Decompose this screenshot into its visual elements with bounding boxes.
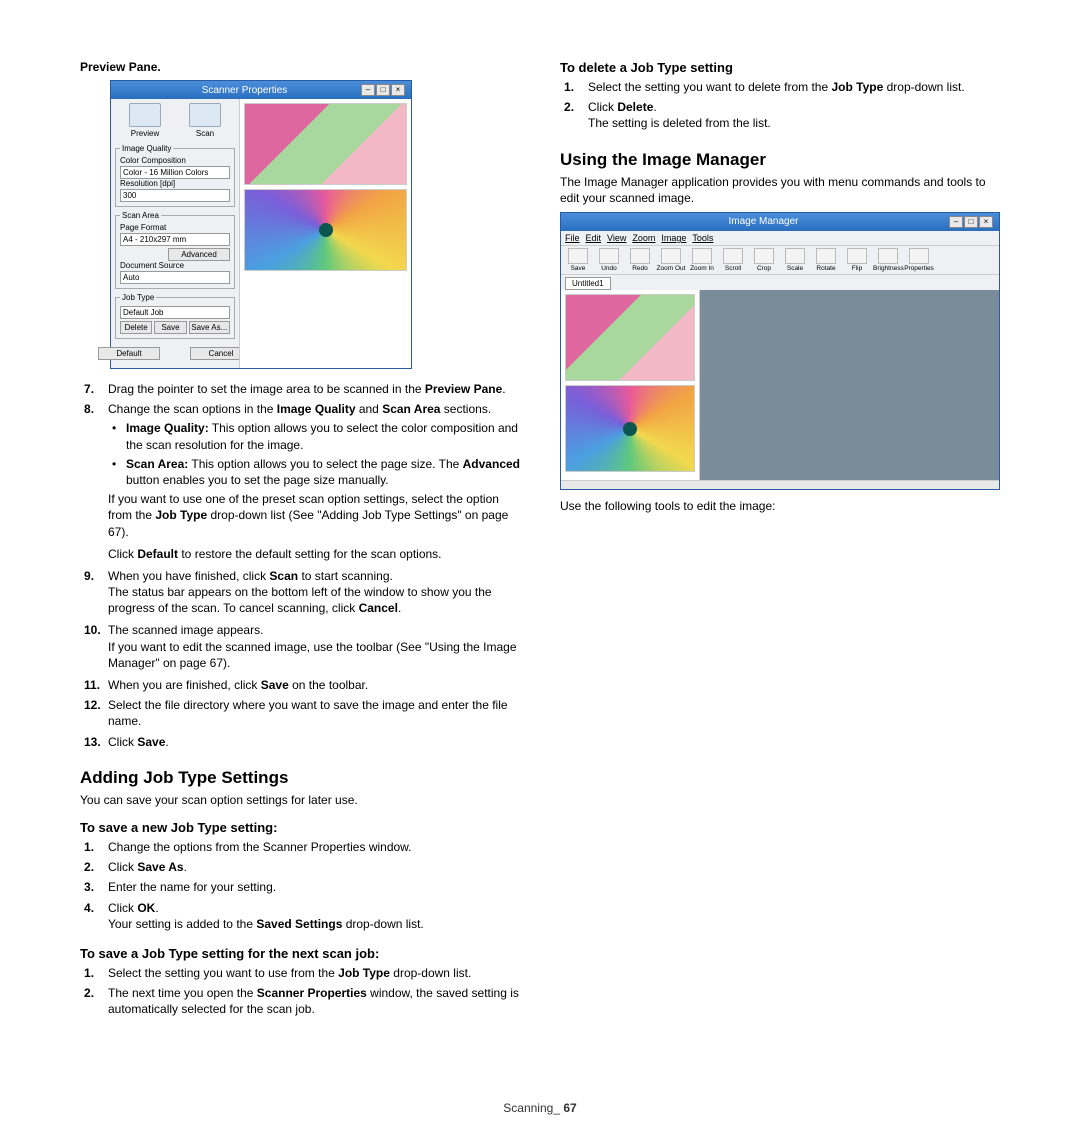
- image-tab[interactable]: Untitled1: [565, 277, 611, 290]
- preview-icon: [129, 103, 161, 127]
- delete-steps: Select the setting you want to delete fr…: [560, 79, 1000, 132]
- page-format-select[interactable]: A4 - 210x297 mm: [120, 233, 230, 246]
- doc-source-select[interactable]: Auto: [120, 271, 230, 284]
- save-next-steps: Select the setting you want to use from …: [80, 965, 520, 1018]
- steps-list: Drag the pointer to set the image area t…: [80, 381, 520, 750]
- save-as-button[interactable]: Save As...: [189, 321, 230, 334]
- adding-intro: You can save your scan option settings f…: [80, 792, 520, 808]
- brightness-icon: [878, 248, 898, 264]
- preview-thumb-1: [244, 103, 407, 185]
- im-window-controls: –□×: [948, 216, 993, 228]
- scan-area-group: Scan Area Page Format A4 - 210x297 mm Ad…: [115, 211, 235, 289]
- scroll-icon: [723, 248, 743, 264]
- step-12: Select the file directory where you want…: [80, 697, 520, 729]
- redo-icon: [630, 248, 650, 264]
- tool-zoom-in[interactable]: Zoom In: [687, 248, 717, 272]
- tool-zoom-out[interactable]: Zoom Out: [656, 248, 686, 272]
- image-manager-after: Use the following tools to edit the imag…: [560, 498, 1000, 514]
- tool-properties[interactable]: Properties: [904, 248, 934, 272]
- step-8: Change the scan options in the Image Qua…: [80, 401, 520, 562]
- preview-pane-area[interactable]: [239, 99, 411, 368]
- scan-icon: [189, 103, 221, 127]
- image-manager-title: Image Manager: [728, 216, 798, 228]
- default-button[interactable]: Default: [98, 347, 160, 360]
- crop-icon: [754, 248, 774, 264]
- scale-icon: [785, 248, 805, 264]
- undo-icon: [599, 248, 619, 264]
- zoom-in-icon: [692, 248, 712, 264]
- save-button[interactable]: Save: [154, 321, 186, 334]
- tool-crop[interactable]: Crop: [749, 248, 779, 272]
- preview-button[interactable]: Preview: [121, 103, 169, 138]
- heading-delete: To delete a Job Type setting: [560, 60, 1000, 75]
- left-column: Preview Pane. Scanner Properties –□× Pre…: [80, 60, 520, 1031]
- tool-scale[interactable]: Scale: [780, 248, 810, 272]
- job-type-group: Job Type Default Job Delete Save Save As…: [115, 293, 235, 339]
- image-manager-menubar[interactable]: FileEditViewZoomImageTools: [561, 231, 999, 246]
- image-manager-intro: The Image Manager application provides y…: [560, 174, 1000, 206]
- tool-scroll[interactable]: Scroll: [718, 248, 748, 272]
- preview-thumb-2: [244, 189, 407, 271]
- scanner-properties-window: Scanner Properties –□× Preview Scan Imag…: [110, 80, 412, 369]
- scan-button[interactable]: Scan: [181, 103, 229, 138]
- tool-flip[interactable]: Flip: [842, 248, 872, 272]
- image-manager-toolbar: Save Undo Redo Zoom Out Zoom In Scroll C…: [561, 246, 999, 275]
- heading-image-manager: Using the Image Manager: [560, 150, 1000, 170]
- step-13: Click Save.: [80, 734, 520, 750]
- image-manager-canvas[interactable]: [700, 290, 999, 480]
- right-column: To delete a Job Type setting Select the …: [560, 60, 1000, 1031]
- image-manager-thumbs: [561, 290, 700, 480]
- heading-save-new: To save a new Job Type setting:: [80, 820, 520, 835]
- im-thumb-1[interactable]: [565, 294, 695, 381]
- heading-adding-job-type: Adding Job Type Settings: [80, 768, 520, 788]
- image-quality-group: Image Quality Color Composition Color - …: [115, 144, 235, 207]
- zoom-out-icon: [661, 248, 681, 264]
- step-7: Drag the pointer to set the image area t…: [80, 381, 520, 397]
- save-new-steps: Change the options from the Scanner Prop…: [80, 839, 520, 932]
- advanced-button[interactable]: Advanced: [168, 248, 230, 261]
- delete-button[interactable]: Delete: [120, 321, 152, 334]
- window-controls: –□×: [360, 84, 405, 96]
- heading-save-next: To save a Job Type setting for the next …: [80, 946, 520, 961]
- step-9: When you have finished, click Scan to st…: [80, 568, 520, 617]
- rotate-icon: [816, 248, 836, 264]
- im-thumb-2[interactable]: [565, 385, 695, 472]
- properties-icon: [909, 248, 929, 264]
- tool-undo[interactable]: Undo: [594, 248, 624, 272]
- job-type-select[interactable]: Default Job: [120, 306, 230, 319]
- tool-brightness[interactable]: Brightness: [873, 248, 903, 272]
- save-icon: [568, 248, 588, 264]
- tool-rotate[interactable]: Rotate: [811, 248, 841, 272]
- color-composition-select[interactable]: Color - 16 Million Colors: [120, 166, 230, 179]
- step-11: When you are finished, click Save on the…: [80, 677, 520, 693]
- scanner-window-title: Scanner Properties: [202, 85, 288, 96]
- tool-save[interactable]: Save: [563, 248, 593, 272]
- preview-pane-label: Preview Pane.: [80, 60, 520, 74]
- tool-redo[interactable]: Redo: [625, 248, 655, 272]
- image-manager-window: Image Manager –□× FileEditViewZoomImageT…: [560, 212, 1000, 490]
- resolution-select[interactable]: 300: [120, 189, 230, 202]
- flip-icon: [847, 248, 867, 264]
- step-10: The scanned image appears. If you want t…: [80, 622, 520, 671]
- page-footer: Scanning_ 67: [0, 1071, 1080, 1135]
